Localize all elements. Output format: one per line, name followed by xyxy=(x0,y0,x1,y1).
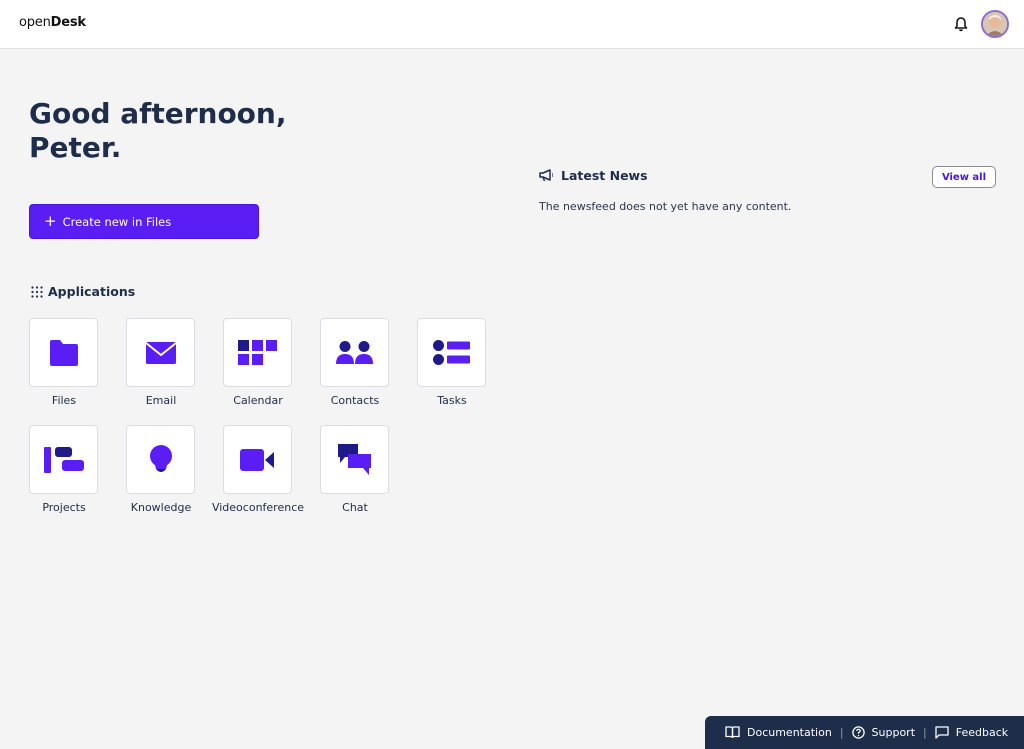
latest-news-title: Latest News xyxy=(561,168,648,183)
app-label: Email xyxy=(145,394,177,407)
app-label: Files xyxy=(51,394,77,407)
app-tile[interactable] xyxy=(320,425,389,494)
app-knowledge[interactable]: Knowledge xyxy=(126,425,196,514)
logo-light-text: open xyxy=(19,15,51,30)
feedback-label: Feedback xyxy=(955,726,1009,739)
projects-icon xyxy=(43,446,84,473)
create-new-in-files-button[interactable]: + Create new in Files xyxy=(29,204,259,239)
video-camera-icon xyxy=(239,448,274,471)
app-email[interactable]: Email xyxy=(126,318,196,407)
app-tile[interactable] xyxy=(126,425,195,494)
logo-bold-text: Desk xyxy=(50,15,86,30)
app-tile[interactable] xyxy=(223,318,292,387)
help-circle-icon xyxy=(851,726,865,739)
app-label: Contacts xyxy=(330,394,380,407)
app-tile[interactable] xyxy=(320,318,389,387)
footer-separator: | xyxy=(923,726,927,739)
greeting-line-1: Good afternoon, xyxy=(29,97,287,130)
app-calendar[interactable]: Calendar xyxy=(223,318,293,407)
opendesk-logo[interactable]: openDesk xyxy=(19,15,86,30)
grid-dots-icon xyxy=(31,285,43,298)
plus-icon: + xyxy=(44,212,57,230)
applications-title: Applications xyxy=(48,284,136,299)
view-all-button[interactable]: View all xyxy=(932,166,996,188)
app-videoconference[interactable]: Videoconference xyxy=(212,425,304,514)
calendar-grid-icon xyxy=(237,339,277,365)
speech-bubble-icon xyxy=(935,726,949,739)
documentation-label: Documentation xyxy=(747,726,832,739)
create-button-label: Create new in Files xyxy=(62,214,172,229)
app-projects[interactable]: Projects xyxy=(29,425,99,514)
app-tile[interactable] xyxy=(29,425,98,494)
app-chat[interactable]: Chat xyxy=(320,425,390,514)
greeting-heading: Good afternoon, Peter. xyxy=(29,97,286,165)
chat-bubbles-icon xyxy=(337,443,371,475)
app-label: Tasks xyxy=(437,394,467,407)
app-tile[interactable] xyxy=(126,318,195,387)
app-tasks[interactable]: Tasks xyxy=(417,318,487,407)
latest-news-heading: Latest News xyxy=(539,168,648,183)
help-footer-bar: Documentation | Support | Feedback xyxy=(705,716,1024,749)
lightbulb-icon xyxy=(149,444,172,472)
book-icon xyxy=(725,726,740,739)
newsfeed-empty-message: The newsfeed does not yet have any conte… xyxy=(539,200,792,213)
support-label: Support xyxy=(871,726,916,739)
greeting-line-2: Peter. xyxy=(29,131,122,164)
feedback-link[interactable]: Feedback xyxy=(935,726,1008,739)
app-label: Videoconference xyxy=(211,501,305,514)
app-label: Projects xyxy=(42,501,86,514)
contacts-icon xyxy=(335,340,373,364)
app-tile[interactable] xyxy=(417,318,486,387)
tasks-list-icon xyxy=(432,339,470,365)
app-label: Knowledge xyxy=(130,501,192,514)
top-bar: openDesk xyxy=(0,0,1024,49)
app-label: Chat xyxy=(342,501,368,514)
app-tile[interactable] xyxy=(29,318,98,387)
app-label: Calendar xyxy=(233,394,283,407)
footer-separator: | xyxy=(839,726,844,739)
support-link[interactable]: Support xyxy=(851,726,916,739)
bell-icon[interactable] xyxy=(954,16,968,32)
folder-icon xyxy=(49,339,78,366)
documentation-link[interactable]: Documentation xyxy=(725,726,832,739)
envelope-icon xyxy=(145,341,176,364)
app-files[interactable]: Files xyxy=(29,318,99,407)
megaphone-icon xyxy=(539,169,553,182)
applications-heading: Applications xyxy=(31,284,135,299)
avatar[interactable] xyxy=(981,10,1009,38)
app-contacts[interactable]: Contacts xyxy=(320,318,390,407)
app-tile[interactable] xyxy=(223,425,292,494)
